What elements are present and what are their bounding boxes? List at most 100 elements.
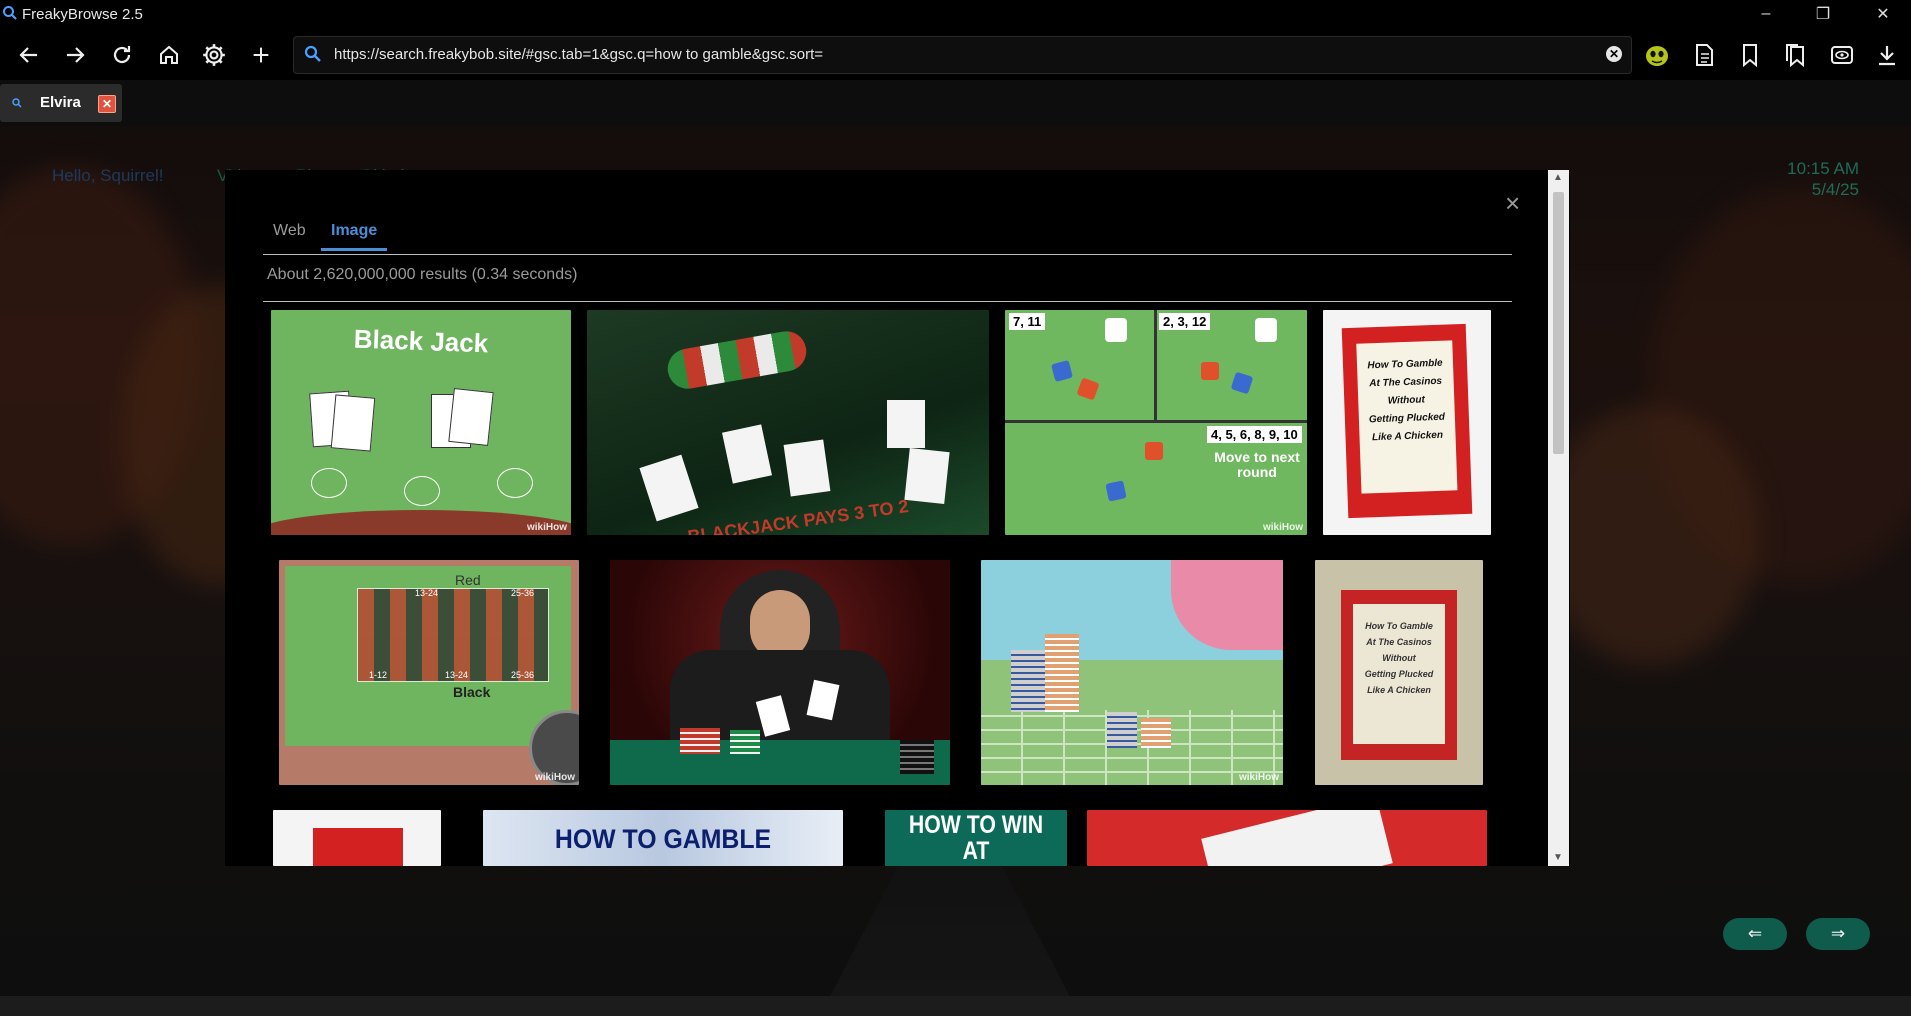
die-shape xyxy=(1076,377,1100,401)
clear-url-icon[interactable]: ✕ xyxy=(1606,46,1622,62)
image-result-poker-player[interactable] xyxy=(610,560,950,785)
image-result-blackjack[interactable]: Black Jack wikiHow xyxy=(271,310,571,535)
book-shape: How To Gamble At The Casinos Without Get… xyxy=(1341,323,1473,519)
forward-button[interactable] xyxy=(60,40,90,70)
download-icon xyxy=(1879,46,1895,66)
chip-stack xyxy=(1141,718,1171,748)
plus-icon xyxy=(253,47,269,63)
next-button[interactable]: ⇒ xyxy=(1806,918,1870,950)
die-shape xyxy=(1230,371,1254,395)
book-line: Like A Chicken xyxy=(1371,429,1444,444)
book-title: How To Gamble At The Casinos Without Get… xyxy=(1353,604,1445,744)
scrollbar-thumb[interactable] xyxy=(1553,192,1564,454)
arrow-right-icon xyxy=(67,47,85,63)
chip-stack xyxy=(1107,712,1137,748)
sleeve-shape xyxy=(1171,560,1283,650)
scroll-up-icon[interactable]: ▲ xyxy=(1553,172,1563,183)
chip-stack xyxy=(680,728,720,754)
image-result-blackjack-dealer[interactable]: BLACKJACK PAYS 3 TO 2 xyxy=(587,310,989,535)
bookmark-button[interactable] xyxy=(1735,40,1765,70)
result-count: About 2,620,000,000 results (0.34 second… xyxy=(267,266,578,283)
image-result-roulette[interactable]: Red Black 13-24 25-36 1-12 13-24 25-36 w… xyxy=(279,560,579,785)
restore-button[interactable]: ❐ xyxy=(1800,0,1846,28)
card-shape xyxy=(639,454,699,522)
book-shape: How To Gamble At The Casinos Without Get… xyxy=(1341,590,1457,760)
clock-time: 10:15 AM xyxy=(1787,159,1859,178)
image-result-how-to-win[interactable]: HOW TO WIN AT GAMBLING xyxy=(885,810,1067,866)
url-text[interactable]: https://search.freakybob.site/#gsc.tab=1… xyxy=(334,46,823,63)
image-result-how-to-gamble[interactable]: HOW TO GAMBLE xyxy=(483,810,843,866)
reader-button[interactable] xyxy=(1689,40,1719,70)
image-result-book-cover[interactable]: How To Gamble At The Casinos Without Get… xyxy=(1323,310,1491,535)
dice-label: 7, 11 xyxy=(1009,313,1046,330)
roulette-grid xyxy=(357,588,549,682)
back-button[interactable] xyxy=(14,40,44,70)
close-tab-icon[interactable]: ✕ xyxy=(98,95,116,113)
image-result-craps-chips[interactable]: wikiHow xyxy=(981,560,1283,785)
extension-button[interactable] xyxy=(1642,40,1672,70)
book-title: How To Gamble At The Casinos Without Get… xyxy=(1356,340,1458,494)
wikihow-watermark: wikiHow xyxy=(1238,772,1279,783)
tab-strip: Elvira ✕ xyxy=(0,80,1911,126)
tab-favicon-icon xyxy=(12,98,22,108)
settings-button[interactable] xyxy=(199,40,229,70)
card-shape xyxy=(722,424,772,484)
new-tab-button[interactable] xyxy=(246,40,276,70)
dice-label: 4, 5, 6, 8, 9, 10 xyxy=(1207,426,1302,443)
scroll-down-icon[interactable]: ▼ xyxy=(1553,852,1563,863)
banner-text: HOW TO WIN AT GAMBLING xyxy=(908,811,1044,866)
minimize-button[interactable]: – xyxy=(1743,0,1789,28)
card-shape xyxy=(330,394,376,452)
chip-stack xyxy=(900,740,934,774)
home-icon xyxy=(160,45,178,64)
tab-elvira[interactable]: Elvira ✕ xyxy=(0,84,122,122)
wikihow-watermark: wikiHow xyxy=(1262,522,1303,533)
tab-web[interactable]: Web xyxy=(263,222,316,248)
roulette-label: 13-24 xyxy=(415,588,439,598)
gear-icon xyxy=(203,44,225,66)
roulette-label: Black xyxy=(453,684,491,700)
die-shape xyxy=(1105,480,1127,502)
die-shape xyxy=(1145,442,1163,460)
roulette-label: 13-24 xyxy=(445,670,469,680)
image-result-dice-rules[interactable]: 7, 11 2, 3, 12 4, 5, 6, 8, 9, 10 Move to… xyxy=(1005,310,1307,535)
book-line: Like A Chicken xyxy=(1367,685,1431,695)
book-line: At The Casinos xyxy=(1369,375,1443,390)
bookmarks-list-button[interactable] xyxy=(1780,40,1810,70)
close-modal-button[interactable]: × xyxy=(1505,188,1520,219)
banner-text: HOW TO GAMBLE xyxy=(554,824,772,854)
thumbs-down-icon xyxy=(1255,318,1277,342)
book-shape xyxy=(313,828,403,866)
home-button[interactable] xyxy=(154,40,184,70)
image-result-roulette-closeup[interactable] xyxy=(1087,810,1487,866)
dice-label: 2, 3, 12 xyxy=(1159,313,1211,330)
chip-stack xyxy=(730,730,760,754)
bet-circle xyxy=(404,476,440,506)
downloads-button[interactable] xyxy=(1872,40,1902,70)
book-line: How To Gamble xyxy=(1365,621,1433,631)
modal-scrollbar[interactable]: ▲ ▼ xyxy=(1548,170,1569,866)
card-shape xyxy=(448,388,494,446)
close-window-button[interactable]: ✕ xyxy=(1860,0,1906,28)
card-shape xyxy=(783,439,831,497)
private-mode-button[interactable] xyxy=(1827,40,1857,70)
reload-button[interactable] xyxy=(107,40,137,70)
clock: 10:15 AM 5/4/25 xyxy=(1787,158,1859,200)
tab-image[interactable]: Image xyxy=(321,222,388,251)
address-bar[interactable]: https://search.freakybob.site/#gsc.tab=1… xyxy=(293,36,1632,74)
chip-stack xyxy=(1011,650,1045,712)
image-result-book-photo[interactable]: How To Gamble At The Casinos Without Get… xyxy=(1315,560,1483,785)
app-logo-icon xyxy=(3,6,17,20)
poker-table xyxy=(610,740,950,785)
bet-circle xyxy=(311,468,347,498)
roulette-label: 25-36 xyxy=(511,588,535,598)
title-bar: FreakyBrowse 2.5 – ❐ ✕ xyxy=(0,0,1911,28)
tab-label: Elvira xyxy=(40,94,81,111)
thumbs-up-icon xyxy=(1105,318,1127,342)
separator xyxy=(263,301,1512,302)
book-line: At The Casinos xyxy=(1366,637,1432,647)
image-caption: Black Jack xyxy=(353,323,489,359)
search-tabs: Web Image xyxy=(263,220,1512,255)
image-result-book-small[interactable] xyxy=(273,810,441,866)
prev-button[interactable]: ⇐ xyxy=(1723,918,1787,950)
